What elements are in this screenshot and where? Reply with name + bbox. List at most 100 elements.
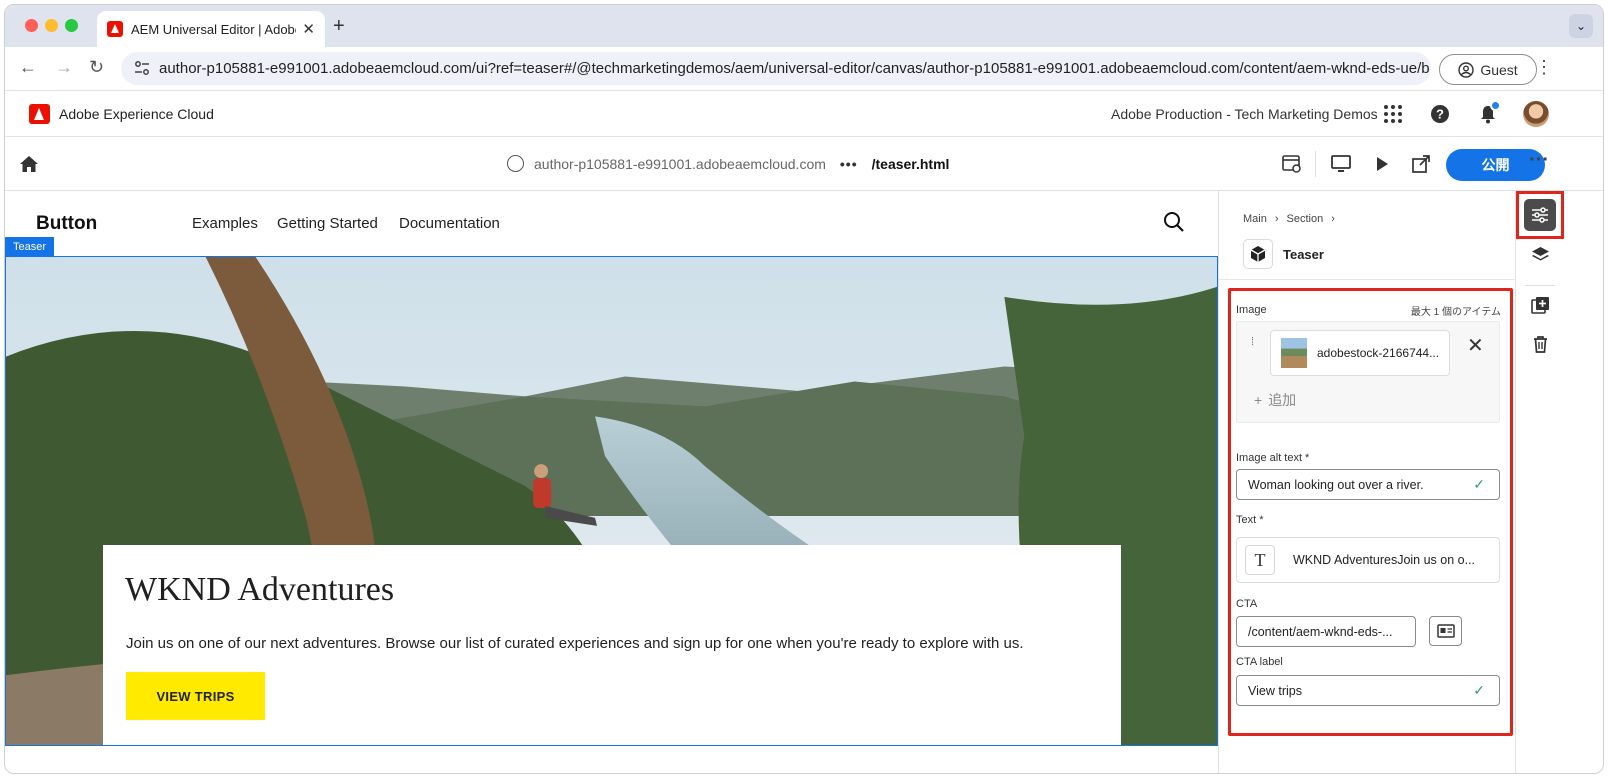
close-window-button[interactable] [25, 19, 38, 32]
help-icon[interactable]: ? [1429, 103, 1451, 125]
avatar[interactable] [1523, 101, 1549, 127]
editor-rail [1515, 191, 1603, 773]
component-name: Teaser [1283, 246, 1324, 262]
text-field-label: Text * [1236, 514, 1264, 526]
editor-location[interactable]: author-p105881-e991001.adobeaemcloud.com… [507, 155, 949, 172]
component-header: Teaser [1243, 239, 1324, 269]
adobe-logo-icon[interactable] [29, 104, 50, 124]
search-icon[interactable] [1163, 211, 1185, 233]
zoom-window-button[interactable] [65, 19, 78, 32]
alt-text-value: Woman looking out over a river. [1248, 477, 1424, 492]
checkmark-icon: ✓ [1473, 682, 1485, 698]
cta-field[interactable]: /content/aem-wknd-eds-... [1236, 616, 1416, 647]
product-name[interactable]: Adobe Experience Cloud [59, 106, 214, 122]
chevron-right-icon: › [1331, 213, 1335, 225]
max-items-hint: 最大 1 個のアイテム [1410, 307, 1501, 318]
editor-canvas: Button Examples Getting Started Document… [5, 191, 1218, 773]
text-type-icon: T [1245, 545, 1275, 575]
add-component-icon[interactable] [1531, 296, 1550, 315]
site-header: Button Examples Getting Started Document… [5, 191, 1218, 255]
plus-icon: + [1254, 392, 1263, 408]
path-ellipsis[interactable]: ••• [840, 156, 858, 172]
svg-text:?: ? [1436, 107, 1444, 122]
text-richtext-field[interactable]: T WKND AdventuresJoin us on o... [1236, 537, 1500, 583]
tab-title: AEM Universal Editor | Adobe [131, 21, 297, 37]
checkmark-icon: ✓ [1473, 476, 1485, 492]
properties-toggle-button[interactable] [1524, 199, 1556, 231]
content-picker-button[interactable] [1429, 616, 1462, 646]
profile-label: Guest [1480, 61, 1518, 78]
reload-icon[interactable]: ↻ [89, 57, 104, 78]
forward-icon[interactable]: → [55, 57, 73, 78]
more-options-icon[interactable]: ··· [1529, 149, 1549, 172]
notification-badge [1490, 100, 1501, 111]
drag-handle-icon[interactable]: ⁞ [1251, 337, 1255, 348]
alt-text-label: Image alt text * [1236, 452, 1310, 464]
text-value: WKND AdventuresJoin us on o... [1293, 553, 1476, 567]
new-tab-icon[interactable]: + [333, 15, 345, 38]
view-trips-button[interactable]: VIEW TRIPS [126, 672, 265, 720]
image-field-label: Image [1236, 304, 1267, 316]
alt-text-field[interactable]: Woman looking out over a river. ✓ [1236, 469, 1500, 500]
image-multifield: ⁞ adobestock-2166744... ✕ + 追加 [1236, 321, 1500, 423]
rail-divider [1525, 285, 1555, 286]
close-tab-icon[interactable]: ✕ [302, 20, 315, 38]
add-item-button[interactable]: + 追加 [1254, 390, 1296, 410]
teaser-component[interactable]: WKND Adventures Join us on one of our ne… [5, 256, 1218, 746]
teaser-card: WKND Adventures Join us on one of our ne… [103, 545, 1121, 745]
address-bar[interactable]: author-p105881-e991001.adobeaemcloud.com… [121, 52, 1431, 85]
content-picker-icon [1436, 624, 1455, 638]
tab-search-icon[interactable]: ⌄ [1569, 14, 1593, 38]
page-properties-icon[interactable] [1281, 154, 1303, 174]
experience-cloud-bar: Adobe Experience Cloud Adobe Production … [5, 91, 1603, 137]
layers-icon[interactable] [1531, 246, 1550, 265]
teaser-text[interactable]: Join us on one of our next adventures. B… [126, 635, 1024, 652]
editor-host: author-p105881-e991001.adobeaemcloud.com [534, 155, 826, 172]
minimize-window-button[interactable] [45, 19, 58, 32]
asset-item[interactable]: adobestock-2166744... [1270, 330, 1450, 376]
cta-label-field[interactable]: View trips ✓ [1236, 675, 1500, 706]
browser-tab[interactable]: AEM Universal Editor | Adobe ✕ [97, 11, 325, 47]
tab-strip: AEM Universal Editor | Adobe ✕ + ⌄ [5, 5, 1603, 47]
nav-link-getting-started[interactable]: Getting Started [277, 215, 378, 232]
org-switcher[interactable]: Adobe Production - Tech Marketing Demos [1111, 106, 1378, 122]
properties-panel: Main › Section › Teaser Image 最大 1 個のアイテ… [1218, 191, 1515, 773]
breadcrumb-item-main[interactable]: Main [1243, 213, 1267, 225]
delete-icon[interactable] [1531, 335, 1550, 354]
site-brand[interactable]: Button [36, 213, 97, 235]
cta-label-value: View trips [1248, 683, 1302, 698]
globe-icon [507, 155, 524, 172]
browser-window: AEM Universal Editor | Adobe ✕ + ⌄ ← → ↻… [4, 4, 1604, 774]
open-in-new-icon[interactable] [1410, 154, 1432, 174]
browser-menu-icon[interactable]: ⋮ [1535, 57, 1553, 78]
app-switcher-icon[interactable] [1382, 103, 1404, 125]
adobe-favicon-icon [107, 21, 123, 37]
toolbar-divider [1315, 151, 1316, 177]
breadcrumb: Main › Section › [1243, 213, 1335, 225]
panel-divider [1219, 279, 1515, 280]
nav-link-examples[interactable]: Examples [192, 215, 258, 232]
component-cube-icon [1243, 239, 1273, 269]
breadcrumb-item-section[interactable]: Section [1287, 213, 1324, 225]
preview-play-icon[interactable] [1371, 154, 1393, 174]
url-text: author-p105881-e991001.adobeaemcloud.com… [159, 60, 1431, 77]
cta-value: /content/aem-wknd-eds-... [1248, 624, 1393, 639]
add-item-label: 追加 [1268, 392, 1297, 408]
remove-asset-icon[interactable]: ✕ [1467, 333, 1484, 358]
teaser-badge: Teaser [5, 237, 55, 257]
asset-thumbnail [1281, 338, 1307, 368]
home-icon[interactable] [19, 155, 39, 173]
chevron-right-icon: › [1274, 213, 1279, 225]
cta-label-field-label: CTA label [1236, 656, 1283, 668]
properties-icon [1532, 207, 1548, 223]
teaser-title[interactable]: WKND Adventures [125, 571, 394, 609]
nav-link-documentation[interactable]: Documentation [399, 215, 500, 232]
site-settings-icon[interactable] [134, 60, 150, 76]
editor-header: author-p105881-e991001.adobeaemcloud.com… [5, 137, 1603, 191]
asset-name: adobestock-2166744... [1317, 346, 1440, 360]
editor-page: /teaser.html [871, 155, 950, 172]
desktop-preview-icon[interactable] [1330, 154, 1352, 174]
back-icon[interactable]: ← [19, 57, 37, 78]
cta-field-label: CTA [1236, 598, 1258, 610]
profile-button[interactable]: Guest [1439, 54, 1537, 85]
